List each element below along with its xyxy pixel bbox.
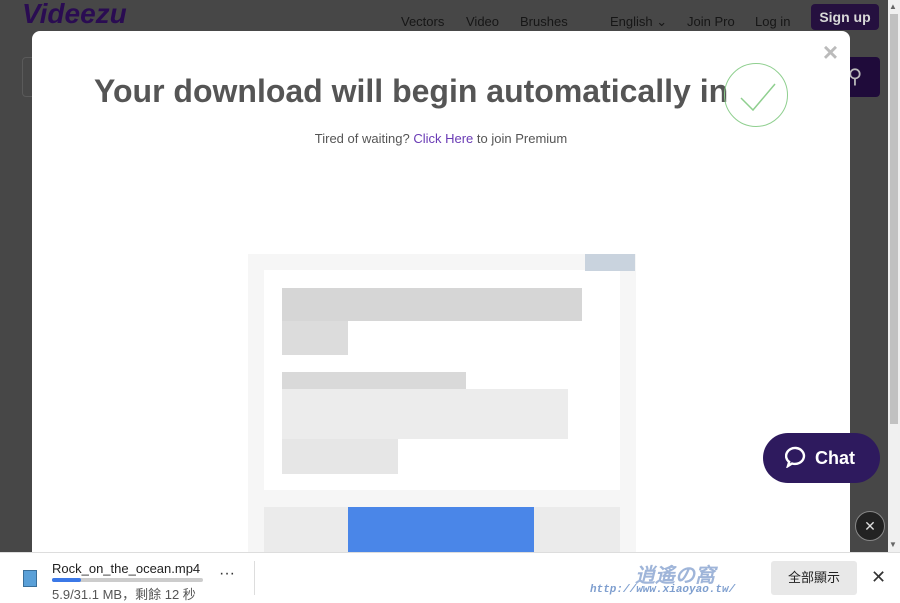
nav-vectors[interactable]: Vectors xyxy=(401,14,444,29)
nav-brushes[interactable]: Brushes xyxy=(520,14,568,29)
download-progress xyxy=(52,578,203,582)
nav-video[interactable]: Video xyxy=(466,14,499,29)
close-shelf-icon[interactable]: ✕ xyxy=(871,567,886,588)
watermark-logo: 逍遙の窩 http://www.xiaoyao.tw/ xyxy=(590,566,736,596)
nav-join-pro[interactable]: Join Pro xyxy=(687,14,735,29)
modal-title: Your download will begin automatically i… xyxy=(94,73,729,109)
checkmark-icon xyxy=(724,63,788,127)
premium-link[interactable]: Click Here xyxy=(413,131,473,146)
scroll-down-icon[interactable]: ▼ xyxy=(889,540,897,549)
download-shelf: Rock_on_the_ocean.mp4 5.9/31.1 MB，剩餘 12 … xyxy=(0,552,900,603)
pixelated-image xyxy=(248,254,636,554)
scroll-up-icon[interactable]: ▲ xyxy=(889,2,897,11)
download-progress-fill xyxy=(52,578,81,582)
premium-prompt: Tired of waiting? Click Here to join Pre… xyxy=(314,131,568,146)
site-logo[interactable]: Videezu xyxy=(22,0,127,29)
chat-bubble-icon xyxy=(785,446,806,468)
chat-button[interactable]: Chat xyxy=(763,433,880,483)
scrollbar[interactable]: ▲ ▼ xyxy=(888,0,900,552)
scrollbar-thumb[interactable] xyxy=(890,14,898,424)
video-file-icon xyxy=(23,570,37,587)
signup-button[interactable]: Sign up xyxy=(811,4,879,30)
dismiss-chat-button[interactable]: ✕ xyxy=(855,511,885,541)
divider xyxy=(254,561,255,595)
show-all-button[interactable]: 全部顯示 xyxy=(771,561,857,595)
download-modal: × Your download will begin automatically… xyxy=(32,31,850,571)
download-filename[interactable]: Rock_on_the_ocean.mp4 xyxy=(52,561,200,576)
nav-login[interactable]: Log in xyxy=(755,14,790,29)
more-options-button[interactable]: ··· xyxy=(219,565,235,583)
close-icon[interactable]: × xyxy=(823,37,838,68)
nav-language[interactable]: English ⌄ xyxy=(610,14,667,29)
download-status: 5.9/31.1 MB，剩餘 12 秒 xyxy=(52,587,196,602)
